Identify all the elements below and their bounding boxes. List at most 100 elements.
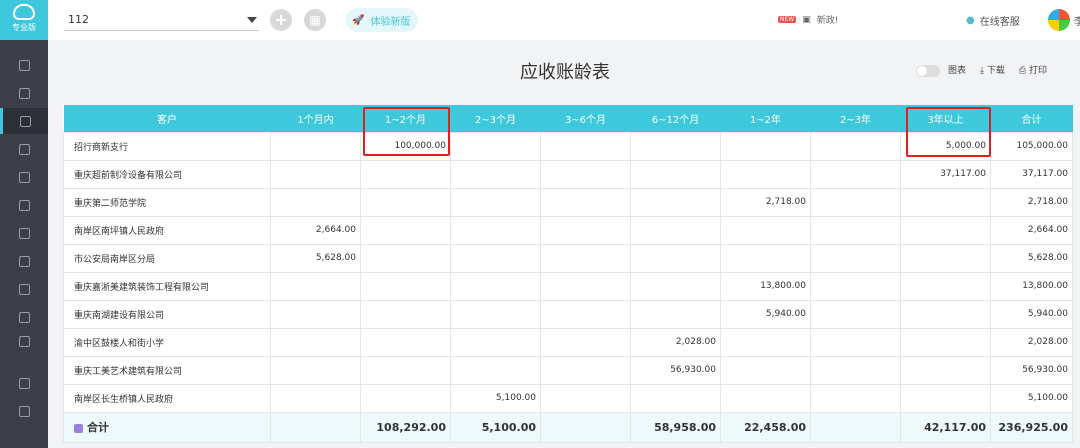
amount-cell [270,299,361,329]
column-header[interactable]: 1~2年 [720,105,811,132]
sidebar-item-settings[interactable] [0,328,48,354]
column-header[interactable]: 3~6个月 [540,105,631,132]
amount-cell: 5,628.00 [990,243,1073,273]
amount-cell [540,355,631,385]
service-label: 在线客服 [979,17,1020,28]
gauge-icon [18,405,30,417]
calendar-icon [18,171,30,183]
total-cell: 22,458.00 [720,411,811,443]
chevron-down-icon [247,17,257,23]
sidebar-item-stack[interactable] [0,276,48,302]
toggle-switch[interactable] [916,64,940,77]
highlight-box [906,107,991,157]
table-row: 市公安局南岸区分局 5,628.00 5,628.00 [63,243,1073,273]
column-header[interactable]: 合计 [990,105,1073,132]
sidebar-item-report[interactable] [0,192,48,218]
table-row: 重庆超前制冷设备有限公司 37,117.00 37,117.00 [63,159,1073,189]
amount-cell [900,271,991,301]
logo-label: 专业版 [12,23,36,32]
amount-cell [270,355,361,385]
amount-cell [630,243,721,273]
amount-cell [720,131,811,161]
print-button[interactable]: ⎙ 打印 [1019,63,1047,76]
sidebar-item-money[interactable] [0,248,48,274]
amount-cell [450,159,541,189]
column-header[interactable]: 1个月内 [270,105,361,132]
amount-cell [450,327,541,357]
amount-cell: 2,028.00 [630,327,721,357]
amount-cell: 5,940.00 [720,299,811,329]
amount-cell [900,299,991,329]
amount-cell [900,355,991,385]
amount-cell [630,271,721,301]
sidebar-item-building[interactable] [0,136,48,162]
amount-cell [540,187,631,217]
sidebar-item-tools[interactable] [0,220,48,246]
amount-cell [270,187,361,217]
sidebar-item-calendar[interactable] [0,164,48,190]
total-cell: 58,958.00 [630,411,721,443]
user-name[interactable]: 李 [1074,13,1080,28]
total-cell [810,411,901,443]
amount-cell [270,131,361,161]
new-badge: NEW [778,16,797,23]
customer-name: 重庆第二师范学院 [63,187,271,217]
amount-cell [810,187,901,217]
total-row: 合计 108,292.00 5,100.00 58,958.00 22,458.00 42… [63,411,1073,443]
column-header[interactable]: 2~3年 [810,105,901,132]
account-value: 112 [68,13,89,26]
report-icon [18,199,30,211]
amount-cell [540,271,631,301]
topbar: 112 + ▦ 🚀 体验新版 NEW ▣ 新政! ● 在线客服 李 [48,0,1080,40]
grid-icon[interactable]: ▦ [304,9,326,31]
account-select[interactable]: 112 [64,10,259,31]
amount-cell [720,355,811,385]
copy-icon [18,311,30,323]
logo[interactable]: 专业版 [0,0,48,40]
amount-cell: 105,000.00 [990,131,1073,161]
customer-name: 重庆嘉淅美建筑装饰工程有限公司 [63,271,271,301]
news-link[interactable]: NEW ▣ 新政! [778,13,838,26]
amount-cell [630,159,721,189]
column-header[interactable]: 6~12个月 [630,105,721,132]
add-icon[interactable]: + [270,9,292,31]
amount-cell [630,299,721,329]
amount-cell: 37,117.00 [990,159,1073,189]
amount-cell [720,215,811,245]
amount-cell [810,215,901,245]
total-icon [74,423,83,433]
amount-cell [360,355,451,385]
amount-cell [810,243,901,273]
new-version-button[interactable]: 🚀 体验新版 [346,8,419,32]
amount-cell [720,327,811,357]
total-label: 合计 [87,421,109,434]
cloud-icon [13,4,35,20]
total-cell [540,411,631,443]
sidebar-item-copy[interactable] [0,304,48,330]
sidebar-item-media[interactable] [0,370,48,396]
online-service-link[interactable]: ● 在线客服 [966,13,1020,28]
tv-icon: ▣ [802,14,811,25]
sidebar-item-gauge[interactable] [0,398,48,424]
avatar[interactable] [1048,9,1070,31]
sidebar-item-chart[interactable] [0,108,48,134]
amount-cell [360,299,451,329]
media-icon [18,377,30,389]
amount-cell: 2,664.00 [990,215,1073,245]
column-header[interactable]: 2~3个月 [450,105,541,132]
download-button[interactable]: ⤓ 下载 [980,63,1005,76]
ledger-icon [18,87,30,99]
amount-cell: 37,117.00 [900,159,991,189]
download-label: 下载 [986,66,1005,77]
amount-cell: 5,100.00 [990,383,1073,413]
table-row: 南岸区南坪镇人民政府 2,664.00 2,664.00 [63,215,1073,245]
table-row: 重庆工美艺术建筑有限公司 56,930.00 56,930.00 [63,355,1073,385]
amount-cell [360,243,451,273]
amount-cell [630,215,721,245]
amount-cell: 56,930.00 [990,355,1073,385]
amount-cell [450,187,541,217]
chart-toggle[interactable]: 图表 [916,63,966,77]
money-icon [18,255,30,267]
column-header[interactable]: 客户 [63,105,271,132]
amount-cell [810,383,901,413]
